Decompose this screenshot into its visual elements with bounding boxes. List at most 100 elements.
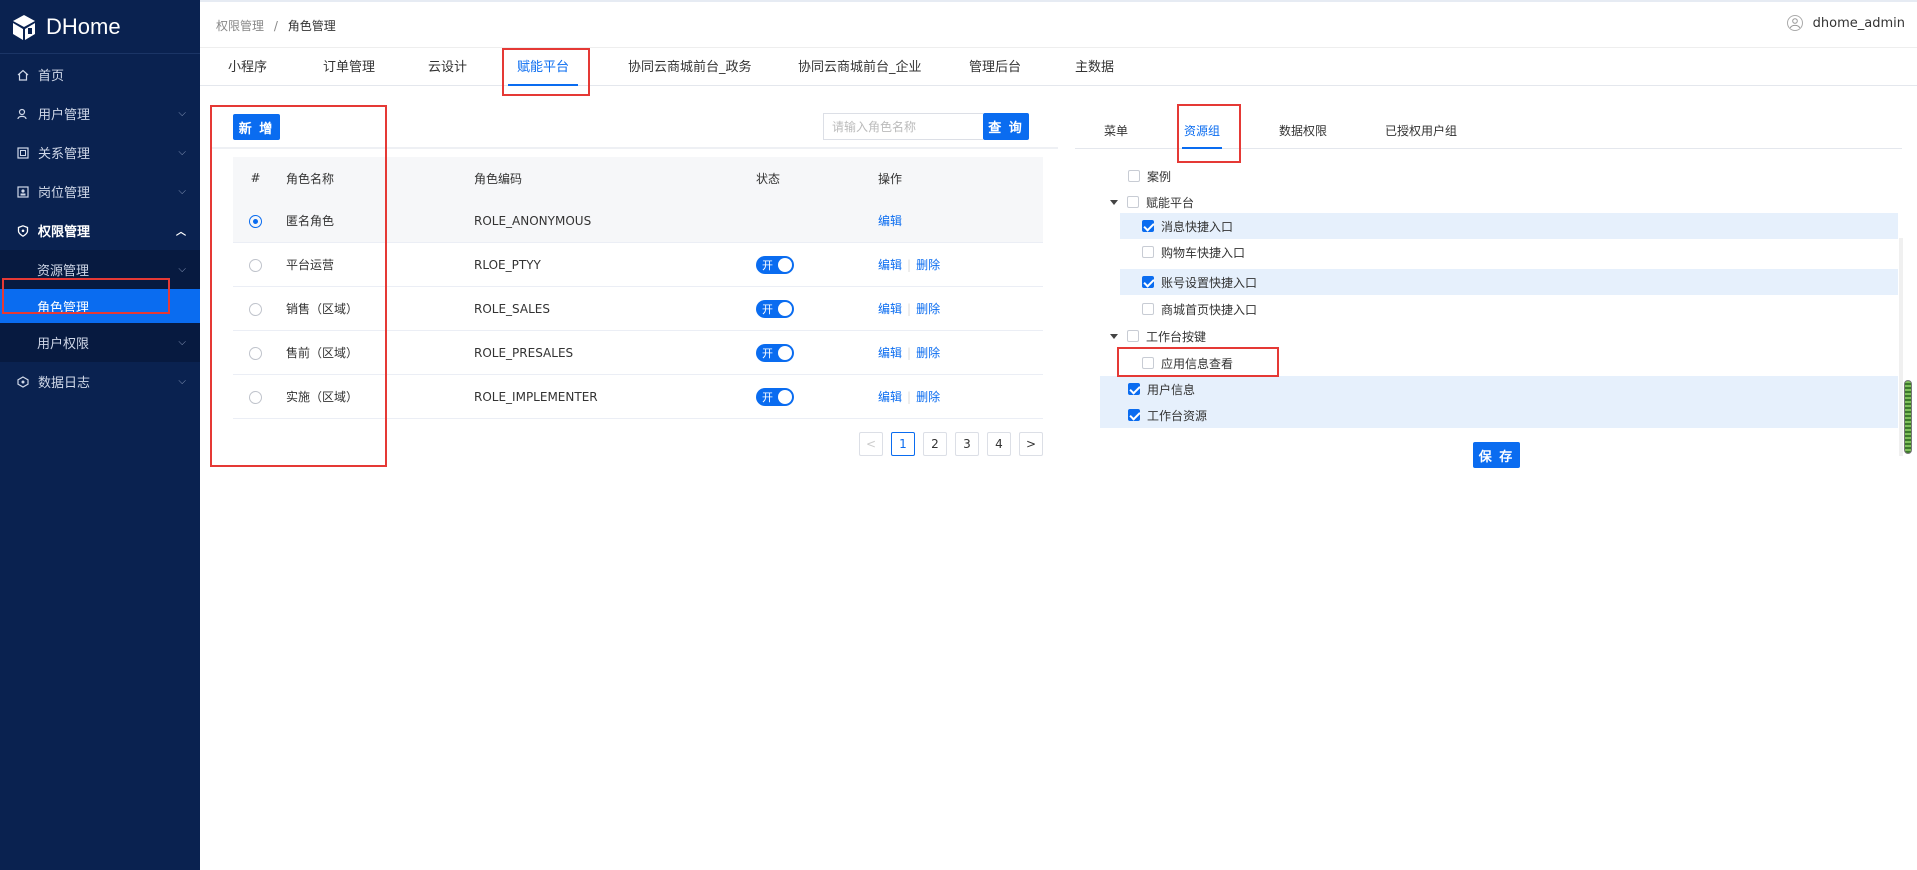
caret-down-icon[interactable] xyxy=(1110,333,1118,339)
table-row[interactable]: 实施（区域） ROLE_IMPLEMENTER 开 编辑 | 删除 xyxy=(233,375,1043,419)
tree-checkbox[interactable] xyxy=(1128,383,1140,395)
role-code: ROLE_SALES xyxy=(474,301,550,316)
role-code: RLOE_PTYY xyxy=(474,257,541,272)
col-role-name: 角色名称 xyxy=(286,171,335,186)
tree-checkbox[interactable] xyxy=(1128,409,1140,421)
breadcrumb-parent[interactable]: 权限管理 xyxy=(216,19,264,33)
status-toggle[interactable]: 开 xyxy=(756,299,794,318)
delete-link[interactable]: 删除 xyxy=(916,302,940,316)
save-button[interactable]: 保 存 xyxy=(1473,442,1520,468)
tab-data-permission[interactable]: 数据权限 xyxy=(1279,115,1327,149)
role-search-input[interactable] xyxy=(823,113,983,140)
tab-menu[interactable]: 菜单 xyxy=(1104,115,1128,149)
pagination-prev[interactable]: < xyxy=(859,432,883,456)
table-row[interactable]: 平台运营 RLOE_PTYY 开 编辑 | 删除 xyxy=(233,243,1043,287)
add-role-button[interactable]: 新 增 xyxy=(233,114,280,140)
divider xyxy=(212,147,1058,149)
sidebar-item-label: 角色管理 xyxy=(37,300,90,316)
delete-link[interactable]: 删除 xyxy=(916,346,940,360)
search-button[interactable]: 查 询 xyxy=(983,113,1029,140)
table-row[interactable]: 售前（区域） ROLE_PRESALES 开 编辑 | 删除 xyxy=(233,331,1043,375)
tree-node[interactable]: 用户信息 xyxy=(1100,376,1898,402)
tab-mini-program[interactable]: 小程序 xyxy=(228,52,267,86)
tree-node[interactable]: 赋能平台 xyxy=(1110,189,1194,215)
tree-checkbox[interactable] xyxy=(1142,303,1154,315)
sidebar-item-permission-management[interactable]: 权限管理 ︿ xyxy=(0,211,200,250)
breadcrumb-current: 角色管理 xyxy=(287,19,336,33)
row-radio[interactable] xyxy=(249,214,262,228)
tab-enablement-platform[interactable]: 赋能平台 xyxy=(508,52,578,86)
logo[interactable]: DHome xyxy=(0,0,200,54)
sidebar-item-role-management[interactable]: 角色管理 xyxy=(0,289,200,323)
table-row[interactable]: 匿名角色 ROLE_ANONYMOUS 编辑 xyxy=(233,199,1043,243)
delete-link[interactable]: 删除 xyxy=(916,390,940,404)
sidebar-item-data-log[interactable]: 数据日志 ⌵ xyxy=(0,362,200,401)
shield-icon xyxy=(16,224,30,238)
edit-link[interactable]: 编辑 xyxy=(878,214,902,228)
tree-node-label: 工作台资源 xyxy=(1147,408,1208,423)
tree-node[interactable]: 案例 xyxy=(1128,163,1171,189)
status-toggle[interactable]: 开 xyxy=(756,387,794,406)
sidebar-item-user-permission[interactable]: 用户权限 ⌵ xyxy=(0,323,200,362)
toggle-label: 开 xyxy=(762,390,773,404)
tab-mall-enterprise[interactable]: 协同云商城前台_企业 xyxy=(798,52,922,86)
sidebar-item-user-management[interactable]: 用户管理 ⌵ xyxy=(0,94,200,133)
tree-checkbox[interactable] xyxy=(1142,276,1154,288)
tree-checkbox[interactable] xyxy=(1142,357,1154,369)
tree-node[interactable]: 工作台按键 xyxy=(1110,323,1206,349)
sidebar-item-post-management[interactable]: 岗位管理 ⌵ xyxy=(0,172,200,211)
tree-scrollbar-track[interactable] xyxy=(1899,238,1903,456)
toggle-label: 开 xyxy=(762,302,773,316)
tab-order-management[interactable]: 订单管理 xyxy=(323,52,375,86)
role-name: 平台运营 xyxy=(286,258,335,272)
user-menu[interactable]: dhome_admin xyxy=(1786,15,1905,31)
tab-resource-group[interactable]: 资源组 xyxy=(1182,115,1222,149)
sidebar-item-resource-management[interactable]: 资源管理 ⌵ xyxy=(0,250,200,289)
tree-checkbox[interactable] xyxy=(1142,220,1154,232)
tree-checkbox[interactable] xyxy=(1128,170,1140,182)
tree-scrollbar-thumb[interactable] xyxy=(1904,380,1912,454)
tree-node[interactable]: 账号设置快捷入口 xyxy=(1120,269,1898,295)
status-toggle[interactable]: 开 xyxy=(756,343,794,362)
tree-node-label: 案例 xyxy=(1147,169,1172,184)
edit-link[interactable]: 编辑 xyxy=(878,390,902,404)
tree-node[interactable]: 消息快捷入口 xyxy=(1120,213,1898,239)
toggle-label: 开 xyxy=(762,258,773,272)
home-icon xyxy=(16,68,30,82)
table-row[interactable]: 销售（区域） ROLE_SALES 开 编辑 | 删除 xyxy=(233,287,1043,331)
sidebar-item-label: 用户管理 xyxy=(38,108,91,123)
pagination-page-3[interactable]: 3 xyxy=(955,432,979,456)
pagination-next[interactable]: > xyxy=(1019,432,1043,456)
tab-master-data[interactable]: 主数据 xyxy=(1075,52,1114,86)
row-radio[interactable] xyxy=(249,258,262,272)
tree-node[interactable]: 工作台资源 xyxy=(1100,402,1898,428)
tree-node[interactable]: 商城首页快捷入口 xyxy=(1142,296,1257,322)
edit-link[interactable]: 编辑 xyxy=(878,258,902,272)
sidebar-item-label: 权限管理 xyxy=(38,225,91,240)
tab-admin-backend[interactable]: 管理后台 xyxy=(969,52,1021,86)
delete-link[interactable]: 删除 xyxy=(916,258,940,272)
row-radio[interactable] xyxy=(249,390,262,404)
tree-node[interactable]: 购物车快捷入口 xyxy=(1142,239,1245,265)
row-radio[interactable] xyxy=(249,346,262,360)
caret-down-icon[interactable] xyxy=(1110,199,1118,205)
chevron-down-icon: ⌵ xyxy=(178,147,186,158)
row-radio[interactable] xyxy=(249,302,262,316)
pagination-page-4[interactable]: 4 xyxy=(987,432,1011,456)
status-toggle[interactable]: 开 xyxy=(756,255,794,274)
chevron-down-icon: ⌵ xyxy=(178,108,186,119)
edit-link[interactable]: 编辑 xyxy=(878,302,902,316)
sidebar-item-relation-management[interactable]: 关系管理 ⌵ xyxy=(0,133,200,172)
tab-authorized-user-groups[interactable]: 已授权用户组 xyxy=(1385,115,1457,149)
toggle-label: 开 xyxy=(762,346,773,360)
tree-checkbox[interactable] xyxy=(1142,246,1154,258)
tab-cloud-design[interactable]: 云设计 xyxy=(428,52,467,86)
tab-mall-gov[interactable]: 协同云商城前台_政务 xyxy=(628,52,752,86)
sidebar-item-home[interactable]: 首页 xyxy=(0,55,200,94)
edit-link[interactable]: 编辑 xyxy=(878,346,902,360)
pagination-page-2[interactable]: 2 xyxy=(923,432,947,456)
tree-checkbox[interactable] xyxy=(1127,330,1139,342)
pagination-page-1[interactable]: 1 xyxy=(891,432,915,456)
tree-checkbox[interactable] xyxy=(1127,196,1139,208)
tree-node[interactable]: 应用信息查看 xyxy=(1142,350,1233,376)
